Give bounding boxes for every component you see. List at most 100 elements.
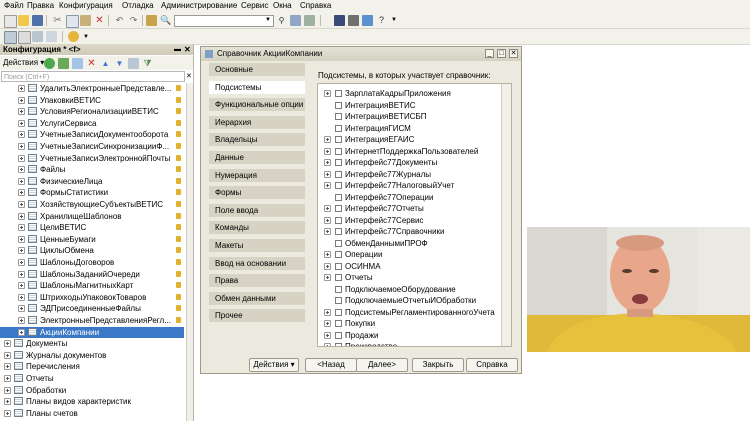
expand-icon[interactable] (4, 386, 11, 394)
nav-item[interactable]: Команды (209, 221, 305, 236)
nav-item[interactable]: Функциональные опции (209, 98, 305, 113)
toolbar-search-input[interactable] (174, 15, 274, 27)
expand-icon[interactable] (18, 201, 25, 208)
tree-item[interactable]: ЭДПрисоединенныеФайлы (0, 303, 184, 314)
subsystem-item[interactable]: ОСИНМА (318, 261, 498, 272)
nav-item[interactable]: Иерархия (209, 115, 305, 130)
subsystem-checkbox[interactable] (335, 182, 342, 189)
expand-icon[interactable] (324, 147, 331, 155)
subsystem-item[interactable]: Отчеты (318, 272, 498, 283)
tree-item[interactable]: ШаблоныЗаданийОчереди (0, 269, 184, 280)
search-icon[interactable]: ⚲ (276, 15, 287, 26)
config-icon[interactable] (4, 31, 17, 44)
expand-icon[interactable] (18, 235, 25, 243)
nav-item[interactable]: Подсистемы (209, 80, 305, 95)
nav-item[interactable]: Данные (209, 151, 305, 165)
add-group-icon[interactable] (58, 58, 69, 69)
menu-windows[interactable]: Окна (273, 1, 292, 11)
copy-icon[interactable] (66, 15, 79, 28)
expand-icon[interactable] (4, 363, 11, 371)
subsystems-scrollbar[interactable] (501, 84, 511, 346)
nav-item[interactable]: Обмен данными (209, 291, 305, 306)
subsystem-checkbox[interactable] (335, 320, 342, 327)
search-icon[interactable]: 🔍 (160, 15, 171, 26)
tree-item[interactable]: ХранилищеШаблонов (0, 211, 184, 222)
goto-icon[interactable] (304, 15, 315, 26)
back-button[interactable]: <Назад (305, 358, 357, 372)
nav-item[interactable]: Поле ввода (209, 203, 305, 218)
subsystem-item[interactable]: Интерфейс77Сервис (318, 215, 498, 226)
tree-item[interactable]: ШтрихкодыУпаковокТоваров (0, 292, 184, 303)
tree-item[interactable]: Документы (0, 338, 184, 349)
subsystem-checkbox[interactable] (335, 216, 342, 224)
expand-icon[interactable] (18, 328, 25, 336)
expand-icon[interactable] (18, 247, 25, 255)
clear-icon[interactable]: ✕ (186, 71, 192, 82)
menu-help[interactable]: Справка (300, 1, 331, 11)
tree-item[interactable]: УчетныеЗаписиСинхронизацииФ... (0, 141, 184, 152)
menu-debug[interactable]: Отладка (122, 1, 154, 11)
expand-icon[interactable] (324, 262, 331, 270)
menu-admin[interactable]: Администрирование (161, 1, 237, 11)
nav-item[interactable]: Ввод на основании (209, 256, 305, 271)
expand-icon[interactable] (18, 131, 25, 139)
subsystem-item[interactable]: ЗарплатаКадрыПриложения (318, 88, 498, 99)
subsystem-item[interactable]: ПодключаемоеОборудование (318, 284, 498, 295)
subsystem-checkbox[interactable] (335, 136, 342, 143)
subsystem-item[interactable]: Интерфейс77Операции (318, 192, 498, 203)
tree-item[interactable]: ФизическиеЛица (0, 176, 184, 187)
subsystem-item[interactable]: Продажи (318, 330, 498, 341)
subsystem-checkbox[interactable] (335, 193, 342, 201)
undo-icon[interactable]: ↶ (114, 15, 125, 26)
chevron-down-icon[interactable]: ▼ (82, 33, 90, 41)
subsystem-checkbox[interactable] (335, 285, 342, 293)
subsystem-checkbox[interactable] (335, 343, 342, 346)
close-icon[interactable]: ✕ (509, 49, 518, 58)
sort-icon[interactable] (128, 58, 139, 69)
subsystem-item[interactable]: Операции (318, 249, 498, 260)
expand-icon[interactable] (18, 154, 25, 162)
tree-item[interactable]: Планы видов характеристик (0, 396, 184, 407)
nav-item[interactable]: Макеты (209, 239, 305, 253)
expand-icon[interactable] (18, 259, 25, 266)
expand-icon[interactable] (324, 308, 331, 316)
tree-item[interactable]: УдалитьЭлектронныеПредставле... (0, 83, 184, 94)
subsystem-checkbox[interactable] (335, 262, 342, 270)
subsystem-item[interactable]: Интерфейс77Отчеты (318, 203, 498, 214)
subsystem-checkbox[interactable] (335, 331, 342, 339)
subsystem-item[interactable]: ПодсистемыРегламентированногоУчета (318, 307, 498, 318)
subsystem-checkbox[interactable] (335, 101, 342, 109)
breakpoint-icon[interactable] (348, 15, 359, 26)
expand-icon[interactable] (18, 143, 25, 150)
expand-icon[interactable] (18, 85, 25, 92)
tree-item[interactable]: ЦиклыОбмена (0, 245, 184, 256)
subsystem-checkbox[interactable] (335, 124, 342, 132)
tree-item[interactable]: ШаблоныМагнитныхКарт (0, 280, 184, 291)
expand-icon[interactable] (324, 205, 331, 212)
tree-item[interactable]: АкцииКомпании (0, 326, 184, 338)
tree-item[interactable]: УслугиСервиса (0, 118, 184, 129)
chevron-down-icon[interactable]: ▼ (390, 16, 398, 24)
enterprise-icon[interactable] (68, 31, 79, 42)
nav-item[interactable]: Владельцы (209, 133, 305, 148)
subsystem-checkbox[interactable] (335, 90, 342, 97)
subsystem-item[interactable]: Производство (318, 341, 498, 346)
subsystem-checkbox[interactable] (335, 205, 342, 212)
expand-icon[interactable] (18, 189, 25, 197)
menu-edit[interactable]: Правка (27, 1, 54, 11)
expand-icon[interactable] (324, 182, 331, 189)
edit-icon[interactable] (72, 58, 83, 69)
help-icon[interactable]: ? (376, 15, 387, 26)
subsystem-checkbox[interactable] (335, 170, 342, 178)
menu-service[interactable]: Сервис (241, 1, 268, 11)
expand-icon[interactable] (4, 351, 11, 359)
nav-item[interactable]: Формы (209, 186, 305, 201)
window-icon[interactable] (18, 31, 31, 44)
expand-icon[interactable] (324, 90, 331, 97)
expand-icon[interactable] (4, 340, 11, 348)
maximize-icon[interactable]: □ (497, 49, 506, 58)
cut-icon[interactable]: ✂ (52, 15, 63, 26)
expand-icon[interactable] (18, 96, 25, 104)
subsystem-item[interactable]: ИнтеграцияГИСМ (318, 123, 498, 134)
nav-item[interactable]: Нумерация (209, 168, 305, 183)
